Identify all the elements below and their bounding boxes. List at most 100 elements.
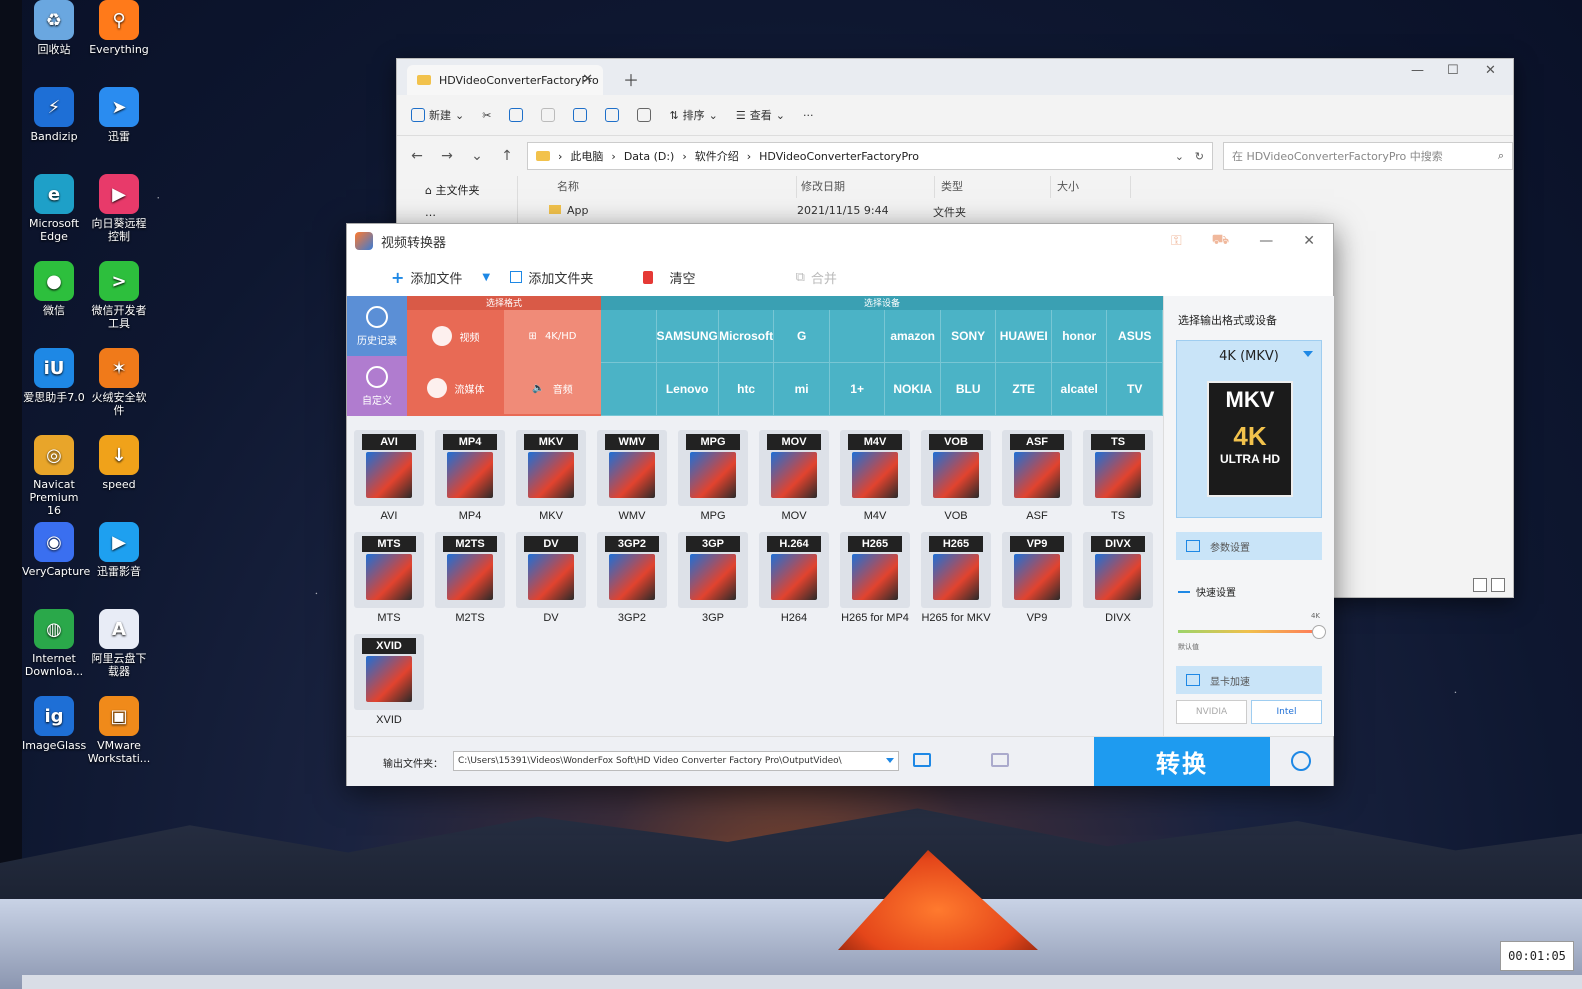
device-brand-button[interactable]: NOKIA xyxy=(885,363,941,416)
add-folder-button[interactable]: ▼ 添加文件夹 xyxy=(482,268,593,287)
device-brand-button[interactable]: G xyxy=(774,310,830,363)
sidebar-item-home[interactable]: ⌂ 主文件夹 xyxy=(397,176,517,198)
desktop-icon[interactable]: ⚡ Bandizip xyxy=(22,87,86,143)
device-brand-button[interactable]: htc xyxy=(718,363,775,416)
rename-button[interactable] xyxy=(573,108,588,122)
desktop-icon[interactable]: ♻ 回收站 xyxy=(22,0,86,56)
format-tile[interactable]: M2TS M2TS xyxy=(430,532,510,624)
dropdown-arrow-icon[interactable] xyxy=(1303,351,1313,357)
key-icon[interactable]: ⚿ xyxy=(1171,233,1182,249)
desktop-icon[interactable]: ig ImageGlass xyxy=(22,696,86,752)
dropdown-icon[interactable]: ▼ xyxy=(482,272,490,283)
format-tile[interactable]: H265 H265 for MP4 xyxy=(835,532,915,624)
chevron-down-icon[interactable] xyxy=(886,758,894,763)
format-tile[interactable]: WMV WMV xyxy=(592,430,672,522)
audio-format-button[interactable]: 🔈 音频 xyxy=(504,362,601,414)
format-tile[interactable]: MP4 MP4 xyxy=(430,430,510,522)
video-format-button[interactable]: 视频 xyxy=(407,310,504,362)
open-folder-icon[interactable] xyxy=(991,753,1009,767)
new-tab-icon[interactable]: ＋ xyxy=(623,67,639,91)
desktop-icon[interactable]: > 微信开发者工具 xyxy=(87,261,151,330)
delete-button[interactable] xyxy=(637,108,652,122)
tiles-view-icon[interactable] xyxy=(1491,578,1505,592)
device-brand-button[interactable]: mi xyxy=(774,363,830,416)
desktop-icon[interactable]: iU 爱思助手7.0 xyxy=(22,348,86,404)
minimize-icon[interactable]: — xyxy=(1411,63,1424,78)
format-tile[interactable]: 3GP 3GP xyxy=(673,532,753,624)
desktop-icon[interactable]: ◍ Internet Downloa... xyxy=(22,609,86,678)
details-view-icon[interactable] xyxy=(1473,578,1487,592)
format-tile[interactable]: MKV MKV xyxy=(511,430,591,522)
device-brand-button[interactable] xyxy=(601,310,657,363)
breadcrumb-item[interactable]: Data (D:) xyxy=(624,150,675,163)
browse-folder-icon[interactable] xyxy=(913,753,931,767)
device-brand-button[interactable]: ASUS xyxy=(1107,310,1163,363)
desktop-icon[interactable]: A 阿里云盘下载器 xyxy=(87,609,151,678)
close-icon[interactable]: ✕ xyxy=(1303,233,1315,249)
web-format-button[interactable]: 流媒体 xyxy=(407,362,504,414)
format-tile[interactable]: XVID XVID xyxy=(349,634,429,726)
column-name[interactable]: 名称 xyxy=(527,176,797,198)
alarm-clock-icon[interactable] xyxy=(1291,751,1311,771)
format-tile[interactable]: H265 H265 for MKV xyxy=(916,532,996,624)
device-brand-button[interactable]: ZTE xyxy=(996,363,1052,416)
clear-button[interactable]: 清空 xyxy=(643,268,696,287)
format-tile[interactable]: MOV MOV xyxy=(754,430,834,522)
device-brand-button[interactable]: Microsoft xyxy=(718,310,775,363)
more-button[interactable]: ··· xyxy=(803,109,814,122)
back-icon[interactable]: ← xyxy=(407,148,427,164)
device-brand-button[interactable]: alcatel xyxy=(1051,363,1108,416)
cart-icon[interactable]: ⛟ xyxy=(1212,232,1230,250)
history-tab[interactable]: 历史记录 xyxy=(347,296,407,356)
new-button[interactable]: 新建 ⌄ xyxy=(411,107,464,123)
column-type[interactable]: 类型 xyxy=(935,176,1051,198)
search-box[interactable]: 在 HDVideoConverterFactoryPro 中搜索 ⌕ xyxy=(1223,142,1513,170)
device-brand-button[interactable]: BLU xyxy=(940,363,997,416)
device-brand-button[interactable]: honor xyxy=(1051,310,1108,363)
parameter-settings-button[interactable]: 参数设置 xyxy=(1176,532,1322,560)
format-tile[interactable]: ASF ASF xyxy=(997,430,1077,522)
breadcrumb-item[interactable]: HDVideoConverterFactoryPro xyxy=(759,150,919,163)
desktop-icon[interactable]: ▶ 向日葵远程控制 xyxy=(87,174,151,243)
format-tile[interactable]: AVI AVI xyxy=(349,430,429,522)
address-bar[interactable]: › 此电脑 › Data (D:) › 软件介绍 › HDVideoConver… xyxy=(527,142,1213,170)
sidebar-item[interactable]: … xyxy=(397,198,517,219)
format-tile[interactable]: MTS MTS xyxy=(349,532,429,624)
cut-button[interactable]: ✂ xyxy=(482,109,491,122)
format-tile[interactable]: TS TS xyxy=(1078,430,1158,522)
desktop-icon[interactable]: ✶ 火绒安全软件 xyxy=(87,348,151,417)
device-brand-button[interactable]: SAMSUNG xyxy=(656,310,719,363)
desktop-icon[interactable]: ◉ VeryCapture xyxy=(22,522,90,578)
refresh-icon[interactable]: ↻ xyxy=(1195,150,1204,163)
hd-format-button[interactable]: ⊞ 4K/HD xyxy=(504,310,601,362)
quality-slider[interactable] xyxy=(1178,625,1326,639)
paste-button[interactable] xyxy=(541,108,556,122)
desktop-icon[interactable]: e Microsoft Edge xyxy=(22,174,86,243)
device-brand-button[interactable]: SONY xyxy=(940,310,997,363)
desktop-icon[interactable]: ⚲ Everything xyxy=(87,0,151,56)
view-button[interactable]: ☰ 查看 ⌄ xyxy=(736,107,785,123)
chevron-down-icon[interactable]: ⌄ xyxy=(1175,150,1184,163)
output-path-field[interactable]: C:\Users\15391\Videos\WonderFox Soft\HD … xyxy=(453,751,899,771)
device-brand-button[interactable]: TV xyxy=(1107,363,1163,416)
intel-option[interactable]: Intel xyxy=(1251,700,1322,724)
format-tile[interactable]: M4V M4V xyxy=(835,430,915,522)
copy-button[interactable] xyxy=(509,108,524,122)
convert-button[interactable]: 转换 xyxy=(1094,737,1270,786)
desktop-icon[interactable]: ➤ 迅雷 xyxy=(87,87,151,143)
maximize-icon[interactable]: ☐ xyxy=(1447,63,1459,78)
desktop-icon[interactable]: ↓ speed xyxy=(87,435,151,491)
up-icon[interactable]: ↑ xyxy=(497,148,517,164)
gpu-acceleration-button[interactable]: 显卡加速 xyxy=(1176,666,1322,694)
format-tile[interactable]: VOB VOB xyxy=(916,430,996,522)
explorer-tab[interactable]: HDVideoConverterFactoryPro ✕ xyxy=(407,65,603,95)
format-tile[interactable]: H.264 H264 xyxy=(754,532,834,624)
nvidia-option[interactable]: NVIDIA xyxy=(1176,700,1247,724)
desktop-icon[interactable]: ◎ Navicat Premium 16 xyxy=(22,435,86,517)
desktop-icon[interactable]: ▶ 迅雷影音 xyxy=(87,522,151,578)
forward-icon[interactable]: → xyxy=(437,148,457,164)
device-brand-button[interactable] xyxy=(829,310,886,363)
column-size[interactable]: 大小 xyxy=(1051,176,1131,198)
device-brand-button[interactable]: Lenovo xyxy=(656,363,719,416)
close-tab-icon[interactable]: ✕ xyxy=(582,72,593,87)
